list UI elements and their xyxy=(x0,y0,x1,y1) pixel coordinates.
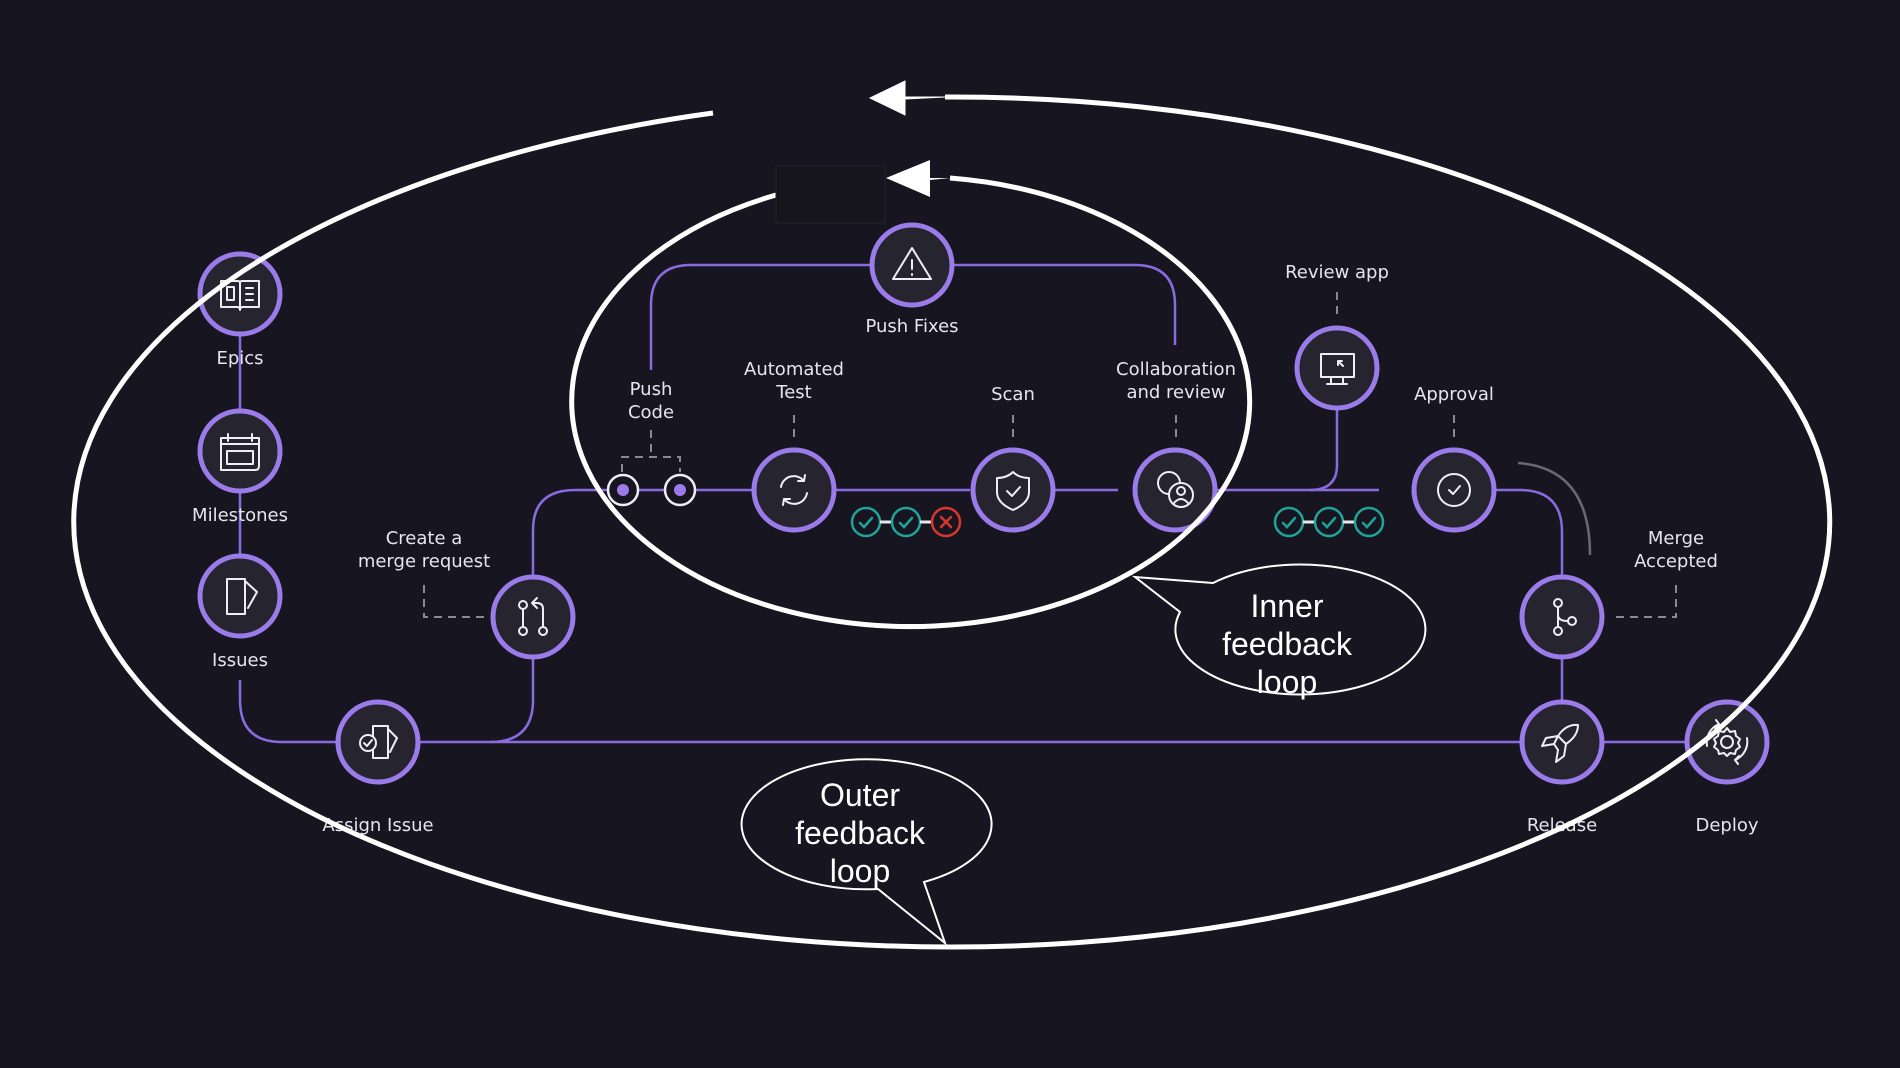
callout-outer-line3: loop xyxy=(830,853,891,889)
check-mark-icon xyxy=(1361,516,1377,529)
check-mark-icon xyxy=(898,516,914,529)
label-review-app: Review app xyxy=(1285,262,1389,283)
x-mark-icon xyxy=(939,515,953,529)
label-push-code-2: Code xyxy=(628,402,674,423)
status-pass-icon xyxy=(1313,506,1345,538)
dashed-connectors xyxy=(423,292,1677,618)
flow-issues-assign xyxy=(238,680,336,744)
pipeline-status-outer xyxy=(1273,506,1385,538)
callout-inner-line2: feedback xyxy=(1222,626,1353,662)
status-pass-icon xyxy=(850,506,882,538)
flow-assign-to-mr xyxy=(489,659,535,744)
callout-inner-line1: Inner xyxy=(1251,588,1324,624)
callout-inner: Inner feedback loop xyxy=(1131,563,1427,700)
node-issues[interactable]: Issues xyxy=(197,553,283,671)
dash-merge-accepted xyxy=(1616,585,1677,618)
node-approval[interactable] xyxy=(1411,447,1497,533)
merge-arc xyxy=(1517,461,1592,556)
inner-loop-arrowhead-icon xyxy=(886,160,950,197)
devops-lifecycle-diagram: Epics Milestones Issues Assign Issue Cre… xyxy=(71,70,1833,950)
node-merge-request[interactable] xyxy=(490,574,576,660)
dash-push-code xyxy=(621,430,681,472)
node-assign-issue[interactable]: Assign Issue xyxy=(322,699,434,836)
label-collaboration-1: Collaboration xyxy=(1116,359,1236,380)
label-merge-request-2: merge request xyxy=(358,551,490,572)
inner-loop-gap-box xyxy=(775,165,886,224)
node-scan[interactable] xyxy=(970,447,1056,533)
pipeline-status-inner xyxy=(850,506,962,538)
label-merge-accepted-2: Accepted xyxy=(1634,551,1718,572)
label-automated-test-1: Automated xyxy=(744,359,844,380)
check-mark-icon xyxy=(858,516,874,529)
flow-review-app xyxy=(1309,410,1339,492)
outer-loop-arrowhead-icon xyxy=(868,80,946,116)
outer-loop-gap-mask xyxy=(718,70,863,120)
label-push-code-1: Push xyxy=(630,379,673,400)
label-merge-accepted-1: Merge xyxy=(1648,528,1704,549)
status-pass-icon xyxy=(890,506,922,538)
callout-outer-line2: feedback xyxy=(795,815,926,851)
callout-inner-line3: loop xyxy=(1257,664,1318,700)
label-issues: Issues xyxy=(212,650,268,671)
callout-outer-line1: Outer xyxy=(820,777,900,813)
label-milestones: Milestones xyxy=(192,505,288,526)
dash-merge-request xyxy=(423,585,488,618)
callout-outer: Outer feedback loop xyxy=(740,758,993,946)
label-epics: Epics xyxy=(216,348,263,369)
flow-mr-to-main xyxy=(531,488,605,575)
status-pass-icon xyxy=(1273,506,1305,538)
status-pass-icon xyxy=(1353,506,1385,538)
label-deploy: Deploy xyxy=(1695,815,1758,836)
node-review-app[interactable] xyxy=(1294,325,1380,411)
node-automated-test[interactable] xyxy=(751,447,837,533)
commit-icon xyxy=(606,473,640,507)
check-mark-icon xyxy=(1321,516,1337,529)
commit-icon xyxy=(663,473,697,507)
label-push-fixes: Push Fixes xyxy=(865,316,958,337)
node-merge-accepted[interactable] xyxy=(1519,574,1605,660)
label-scan: Scan xyxy=(991,384,1035,405)
check-mark-icon xyxy=(1281,516,1297,529)
label-approval: Approval xyxy=(1414,384,1494,405)
label-automated-test-2: Test xyxy=(775,382,811,403)
node-push-fixes[interactable]: Push Fixes xyxy=(865,222,959,337)
node-milestones[interactable]: Milestones xyxy=(192,408,288,526)
label-collaboration-2: and review xyxy=(1126,382,1225,403)
label-merge-request-1: Create a xyxy=(386,528,463,549)
